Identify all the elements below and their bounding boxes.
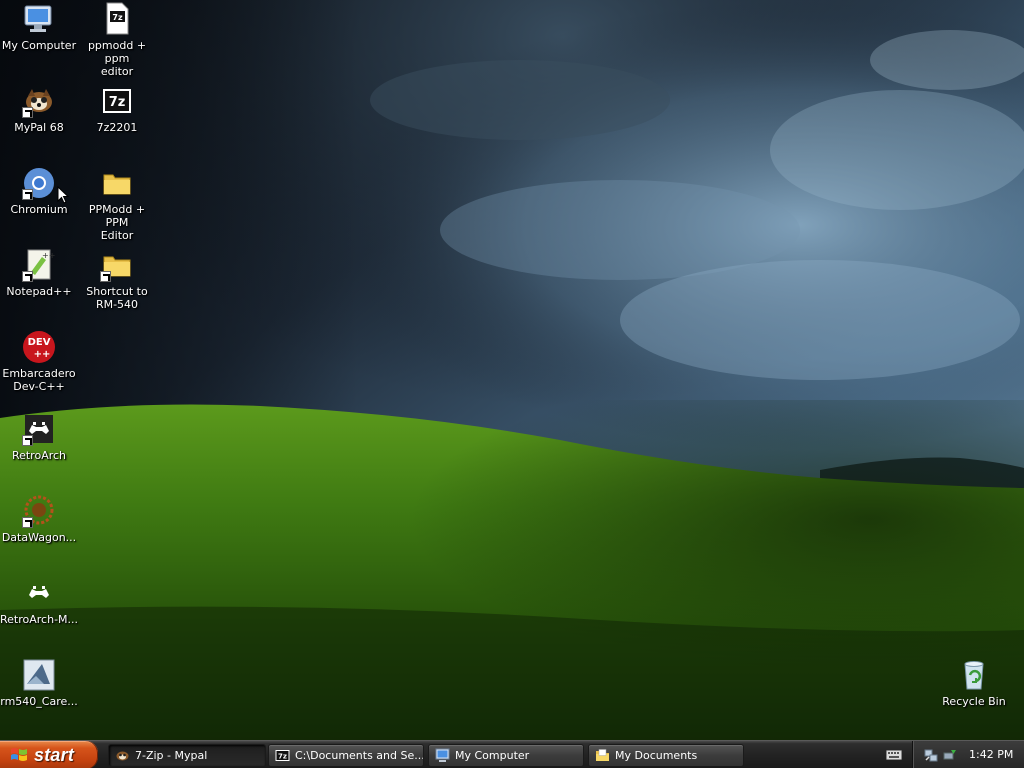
shortcut-arrow-icon: [22, 435, 33, 446]
mouse-cursor-icon: [57, 186, 69, 204]
svg-text:7z: 7z: [112, 13, 123, 22]
desktop-icon-ppmodd-archive[interactable]: 7z ppmodd + ppm editor: [78, 2, 156, 78]
taskbar-button-label: My Computer: [455, 749, 530, 762]
desktop-icon-7z2201[interactable]: 7z 7z2201: [78, 84, 156, 134]
desktop-icon-notepad-plus-plus[interactable]: ++ Notepad++: [0, 248, 78, 298]
taskbar-button-label: C:\Documents and Se...: [295, 749, 424, 762]
desktop-icon-label: 7z2201: [96, 121, 138, 134]
desktop-icon-retroarch-m[interactable]: RetroArch-M...: [0, 576, 78, 626]
desktop-icon-mypal[interactable]: MyPal 68: [0, 84, 78, 134]
desktop-icon-label: Shortcut to RM-540: [86, 285, 148, 311]
desktop-icon-recycle-bin[interactable]: Recycle Bin: [935, 658, 1013, 708]
desktop-icon-label: My Computer: [1, 39, 77, 52]
start-button[interactable]: start: [0, 741, 98, 768]
taskbar-button-label: My Documents: [615, 749, 698, 762]
svg-text:++: ++: [42, 251, 55, 260]
desktop-icon-label: rm540_Care...: [0, 695, 78, 708]
desktop-icon-label: DataWagon...: [1, 531, 77, 544]
retroarch-icon: [22, 412, 56, 446]
system-tray: 1:42 PM: [912, 741, 1024, 768]
shortcut-arrow-icon: [22, 271, 33, 282]
desktop-icon-label: Embarcadero Dev-C++: [2, 367, 76, 393]
mypal-icon: [115, 748, 130, 763]
desktop-icon-ppmodd-folder[interactable]: PPModd + PPM Editor: [78, 166, 156, 242]
desktop-icon-label: MyPal 68: [14, 121, 64, 134]
rm540-icon: [22, 658, 56, 692]
start-label: start: [34, 744, 75, 765]
taskbar-button-label: 7-Zip - Mypal: [135, 749, 208, 762]
desktop-icon-shortcut-rm540[interactable]: Shortcut to RM-540: [78, 248, 156, 311]
windows-logo-icon: [11, 748, 27, 761]
taskbar-button-my-computer[interactable]: My Computer: [428, 744, 584, 767]
7zip-icon: 7z: [275, 748, 290, 763]
7zip-archive-icon: 7z: [100, 2, 134, 36]
svg-text:7z: 7z: [109, 95, 126, 110]
desktop-icon-label: PPModd + PPM Editor: [88, 203, 146, 242]
dev-cpp-icon: DEV ++: [22, 330, 56, 364]
recycle-bin-icon: [957, 658, 991, 692]
desktop-icon-label: RetroArch-M...: [0, 613, 79, 626]
shortcut-arrow-icon: [22, 189, 33, 200]
shortcut-arrow-icon: [22, 107, 33, 118]
svg-text:7z: 7z: [278, 753, 287, 761]
7zip-icon: 7z: [100, 84, 134, 118]
svg-text:++: ++: [34, 349, 51, 360]
network-icon[interactable]: [923, 747, 939, 763]
folder-icon: [100, 248, 134, 282]
desktop-icon-retroarch[interactable]: RetroArch: [0, 412, 78, 462]
mypal-icon: [22, 84, 56, 118]
taskbar-button-documents-folder[interactable]: 7z C:\Documents and Se...: [268, 744, 424, 767]
taskbar-button-mypal[interactable]: 7-Zip - Mypal: [108, 744, 266, 767]
shortcut-arrow-icon: [100, 271, 111, 282]
desktop-icon-label: RetroArch: [11, 449, 67, 462]
notepad-plus-plus-icon: ++: [22, 248, 56, 282]
desktop-icon-label: ppmodd + ppm editor: [87, 39, 147, 78]
chromium-icon: [22, 166, 56, 200]
desktop-icon-dev-cpp[interactable]: DEV ++ Embarcadero Dev-C++: [0, 330, 78, 393]
computer-icon: [22, 2, 56, 36]
desktop-icon-label: Chromium: [10, 203, 68, 216]
keyboard-icon[interactable]: [886, 748, 902, 762]
safely-remove-icon[interactable]: [941, 747, 957, 763]
retroarch-icon: [22, 576, 56, 610]
taskbar-button-my-documents[interactable]: My Documents: [588, 744, 744, 767]
computer-icon: [435, 748, 450, 763]
folder-icon: [595, 748, 610, 763]
shortcut-arrow-icon: [22, 517, 33, 528]
desktop-icon-my-computer[interactable]: My Computer: [0, 2, 78, 52]
datawagon-icon: [22, 494, 56, 528]
desktop-icon-label: Recycle Bin: [942, 695, 1006, 708]
taskbar: start 7-Zip - Mypal 7z C:\Documents and …: [0, 740, 1024, 768]
svg-text:DEV: DEV: [28, 337, 51, 348]
desktop-icon-datawagon[interactable]: DataWagon...: [0, 494, 78, 544]
clock[interactable]: 1:42 PM: [969, 748, 1013, 761]
desktop-icon-label: Notepad++: [6, 285, 72, 298]
desktop-icon-rm540[interactable]: rm540_Care...: [0, 658, 78, 708]
folder-icon: [100, 166, 134, 200]
